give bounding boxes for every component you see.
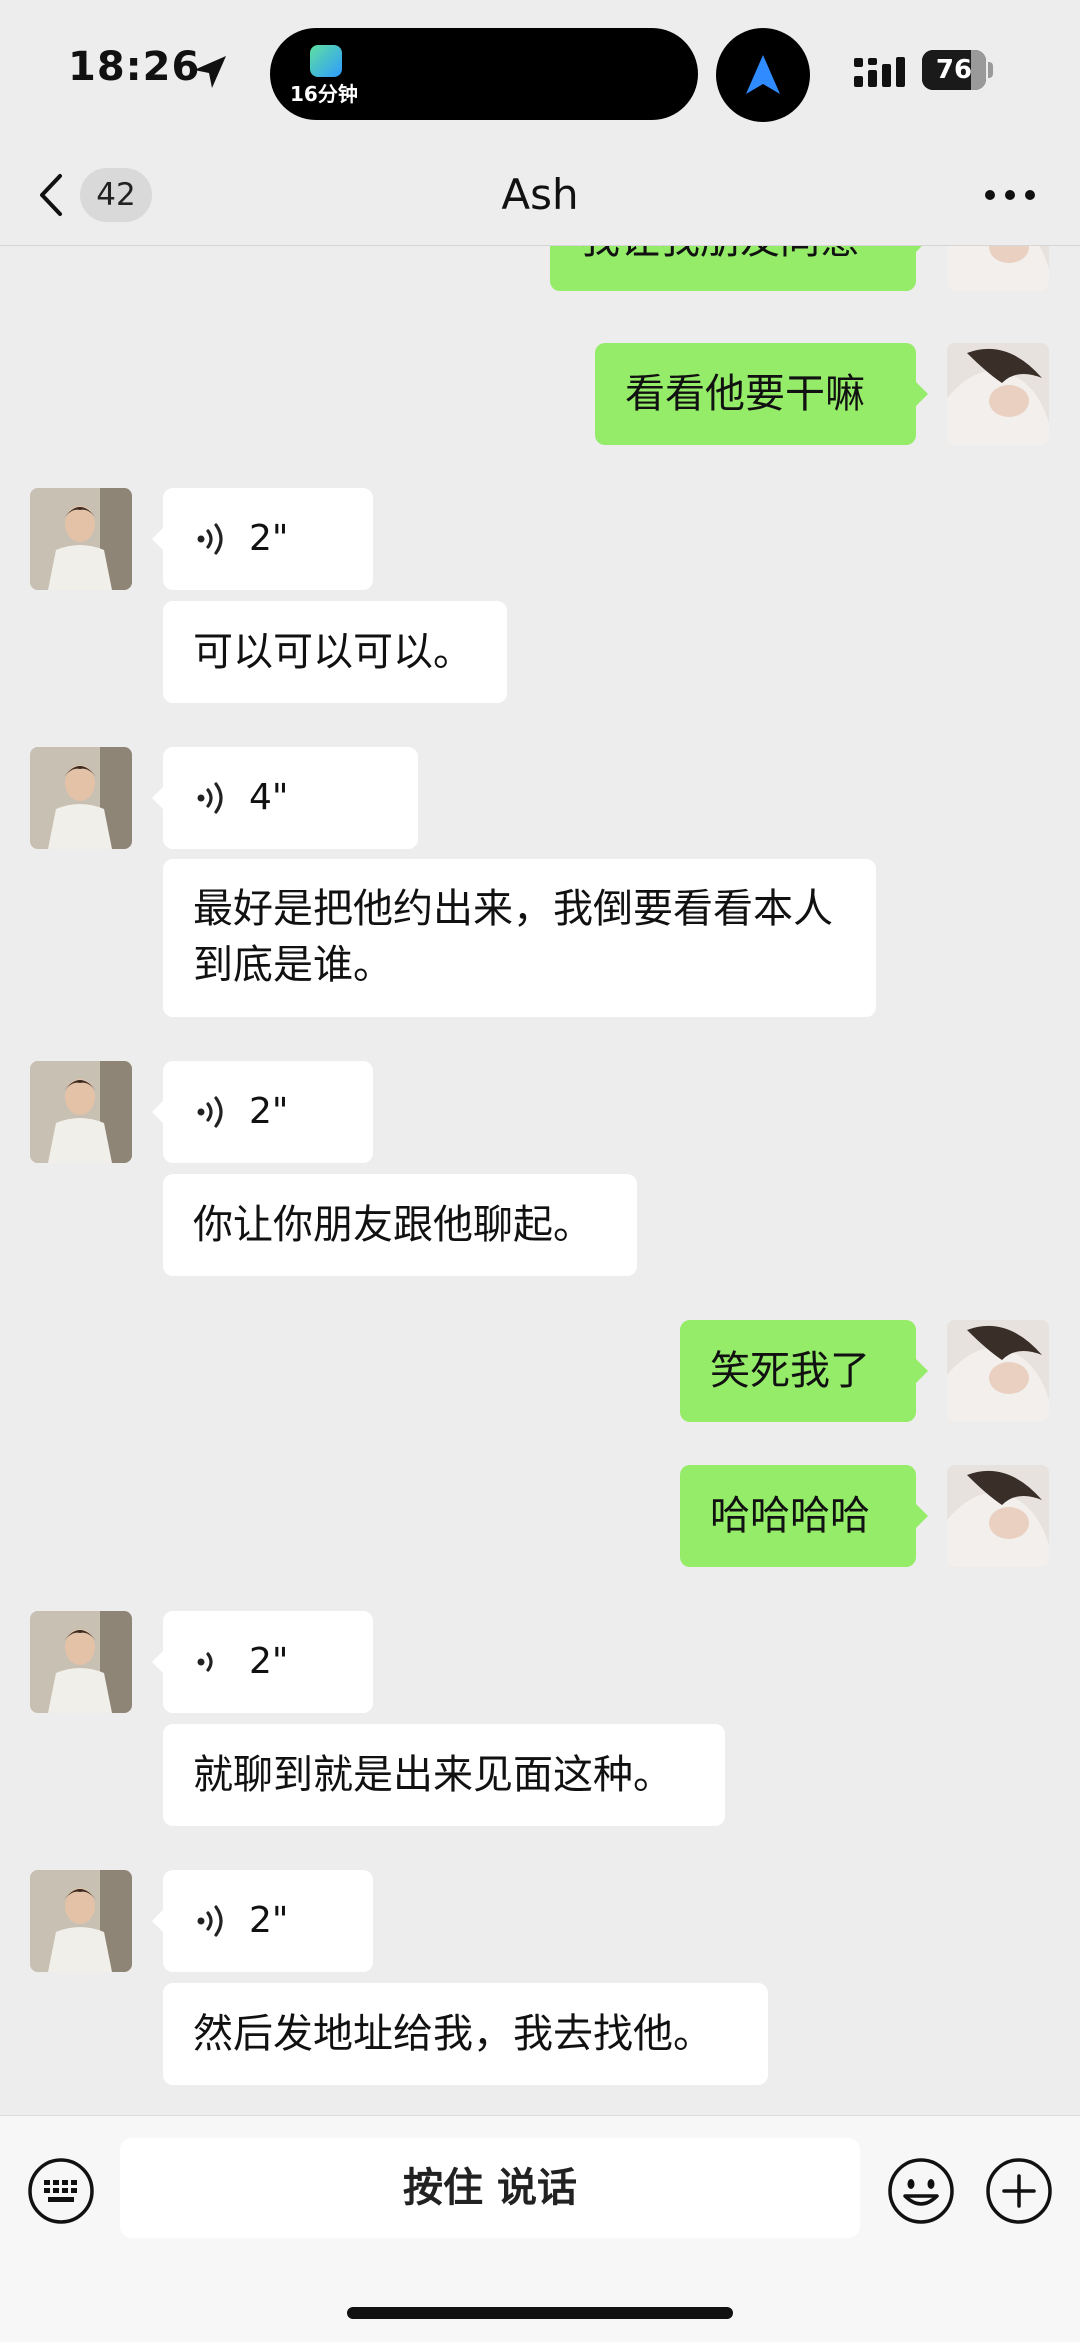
chat-title: Ash <box>501 170 579 219</box>
signal-icon <box>854 57 905 87</box>
message-text: 就聊到就是出来见面这种。 <box>193 1752 673 1798</box>
emoji-icon[interactable] <box>886 2156 956 2226</box>
voice-wave-icon <box>197 1096 223 1128</box>
message-bubble-incoming[interactable]: 最好是把他约出来，我倒要看看本人到底是谁。 <box>163 859 876 1017</box>
battery-indicator: 76 <box>922 50 986 90</box>
voice-wave-icon <box>197 1652 213 1672</box>
message-bubble-outgoing[interactable]: 看看他要干嘛 <box>595 343 916 445</box>
island-timer-text: 16分钟 <box>290 82 358 106</box>
app-icon <box>310 45 342 77</box>
bubble-tail <box>916 245 928 252</box>
message-bubble-outgoing[interactable]: 哈哈哈哈 <box>680 1465 916 1567</box>
navigation-icon <box>746 55 780 94</box>
message-list[interactable]: 我让我朋友同意 看看他要干嘛 <box>0 245 1080 2115</box>
message-text: 然后发地址给我，我去找他。 <box>193 2011 713 2057</box>
avatar-me-image <box>947 343 1049 445</box>
avatar-me-image <box>947 1320 1049 1422</box>
avatar-ash-image <box>30 747 132 849</box>
avatar-ash[interactable] <box>30 1870 132 1972</box>
navigation-indicator[interactable] <box>716 28 810 122</box>
location-arrow-icon <box>194 56 226 88</box>
voice-message-bubble[interactable]: 2" <box>163 1870 373 1972</box>
avatar-ash-image <box>30 488 132 590</box>
voice-message-bubble[interactable]: 2" <box>163 1611 373 1713</box>
bubble-tail <box>916 382 928 406</box>
avatar-ash[interactable] <box>30 1061 132 1163</box>
back-chevron-icon <box>40 174 62 216</box>
avatar-ash-image <box>30 1611 132 1713</box>
avatar-me[interactable] <box>947 245 1049 291</box>
avatar-me[interactable] <box>947 1465 1049 1567</box>
bubble-tail <box>916 1359 928 1383</box>
dynamic-island[interactable]: 16分钟 <box>270 28 698 120</box>
voice-duration: 2" <box>249 518 289 559</box>
home-indicator[interactable] <box>347 2307 733 2319</box>
hold-to-talk-button[interactable]: 按住 说话 <box>120 2138 860 2238</box>
message-text: 哈哈哈哈 <box>710 1493 870 1539</box>
voice-wave-icon <box>197 523 223 555</box>
keyboard-icon[interactable] <box>26 2156 96 2226</box>
voice-message-bubble[interactable]: 2" <box>163 1061 373 1163</box>
voice-message-bubble[interactable]: 4" <box>163 747 418 849</box>
bubble-tail <box>916 1504 928 1528</box>
status-bar: 18:26 16分钟 76 <box>0 0 1080 145</box>
avatar-me-image <box>947 1465 1049 1567</box>
voice-message-bubble[interactable]: 2" <box>163 488 373 590</box>
message-bubble-incoming[interactable]: 你让你朋友跟他聊起。 <box>163 1174 637 1276</box>
message-text: 你让你朋友跟他聊起。 <box>193 1202 593 1248</box>
message-text: 笑死我了 <box>710 1348 870 1394</box>
battery-cap <box>988 62 993 78</box>
back-button[interactable]: 42 <box>34 165 154 225</box>
avatar-me[interactable] <box>947 1320 1049 1422</box>
message-bubble-outgoing[interactable]: 笑死我了 <box>680 1320 916 1422</box>
avatar-me-image <box>947 245 1049 291</box>
message-text: 可以可以可以。 <box>193 629 473 675</box>
voice-wave-icon <box>197 782 223 814</box>
voice-duration: 2" <box>249 1641 289 1682</box>
status-time: 18:26 <box>68 44 201 90</box>
message-bubble-outgoing[interactable]: 我让我朋友同意 <box>550 245 916 291</box>
avatar-ash[interactable] <box>30 1611 132 1713</box>
voice-duration: 4" <box>249 777 289 818</box>
voice-duration: 2" <box>249 1091 289 1132</box>
message-text: 我让我朋友同意 <box>580 245 860 263</box>
voice-duration: 2" <box>249 1900 289 1941</box>
more-icon[interactable] <box>980 175 1040 215</box>
avatar-me[interactable] <box>947 343 1049 445</box>
voice-wave-icon <box>197 1905 223 1937</box>
message-bubble-incoming[interactable]: 就聊到就是出来见面这种。 <box>163 1724 725 1826</box>
chat-header: 42 Ash <box>0 145 1080 246</box>
battery-percent: 76 <box>935 55 973 85</box>
avatar-ash[interactable] <box>30 747 132 849</box>
message-text: 最好是把他约出来，我倒要看看本人到底是谁。 <box>193 886 833 988</box>
plus-icon[interactable] <box>984 2156 1054 2226</box>
unread-count-badge: 42 <box>80 168 152 222</box>
message-bubble-incoming[interactable]: 可以可以可以。 <box>163 601 507 703</box>
avatar-ash-image <box>30 1870 132 1972</box>
avatar-ash[interactable] <box>30 488 132 590</box>
message-bubble-incoming[interactable]: 然后发地址给我，我去找他。 <box>163 1983 768 2085</box>
message-text: 看看他要干嘛 <box>625 371 865 417</box>
avatar-ash-image <box>30 1061 132 1163</box>
